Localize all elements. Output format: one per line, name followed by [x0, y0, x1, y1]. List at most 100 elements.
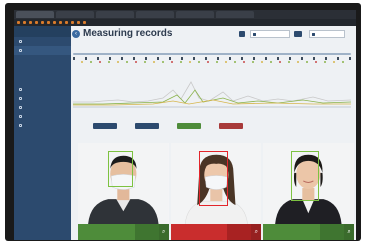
timeline-tick [277, 57, 279, 60]
card-info [263, 224, 321, 240]
timeline-marker [207, 61, 209, 63]
timeline-slider[interactable] [73, 52, 351, 64]
bookmark[interactable] [35, 21, 38, 24]
timeline-marker [252, 61, 254, 63]
timeline-marker [180, 61, 182, 63]
timeline-tick [193, 57, 195, 60]
calendar-icon [253, 32, 256, 36]
browser-tab[interactable] [56, 11, 94, 18]
browser-tab[interactable] [216, 11, 254, 18]
timeline-tick [265, 57, 267, 60]
timeline-marker [243, 61, 245, 63]
timeline-marker [90, 61, 92, 63]
bookmarks-bar [14, 19, 356, 26]
action-button-2[interactable] [135, 123, 159, 129]
timeline-tick [241, 57, 243, 60]
nav-icon [19, 49, 22, 52]
timeline-tick [253, 57, 255, 60]
timeline-marker [153, 61, 155, 63]
sidebar-item[interactable] [14, 85, 71, 94]
nav-icon [19, 115, 22, 118]
search-icon[interactable]: ⌕ [344, 224, 355, 240]
nav-icon [19, 106, 22, 109]
card-footer: ⌕ [263, 224, 355, 240]
bookmark[interactable] [17, 21, 20, 24]
browser-tab[interactable] [96, 11, 134, 18]
timeline-tick [289, 57, 291, 60]
activity-chart [73, 68, 351, 108]
bookmark[interactable] [41, 21, 44, 24]
sidebar-item[interactable] [14, 121, 71, 130]
timeline-marker [108, 61, 110, 63]
bookmark[interactable] [47, 21, 50, 24]
card-footer: ⌕ [170, 224, 262, 240]
timeline-tick [73, 57, 75, 60]
record-card[interactable]: ⌕ [170, 143, 262, 240]
timeline-tick [337, 57, 339, 60]
date-from-field[interactable] [250, 30, 290, 38]
action-button-3[interactable] [177, 123, 201, 129]
timeline-marker [81, 61, 83, 63]
action-button-1[interactable] [93, 123, 117, 129]
bookmark[interactable] [65, 21, 68, 24]
card-temperature [320, 224, 345, 240]
timeline-marker [324, 61, 326, 63]
sidebar-item[interactable] [14, 94, 71, 103]
timeline-marker [126, 61, 128, 63]
app-brand [14, 26, 71, 37]
timeline-tick [157, 57, 159, 60]
bookmark[interactable] [29, 21, 32, 24]
date-to-field[interactable] [309, 30, 345, 38]
timeline-tick [349, 57, 351, 60]
card-footer: ⌕ [78, 224, 169, 240]
main-content: ‹ Measuring records ⌕ ⌕ ⌕ [71, 26, 356, 240]
activity-chart-svg [73, 81, 351, 108]
bookmark[interactable] [23, 21, 26, 24]
timeline-marker [135, 61, 137, 63]
range-button[interactable] [294, 31, 302, 37]
timeline-tick [229, 57, 231, 60]
timeline-tick [301, 57, 303, 60]
bookmark[interactable] [59, 21, 62, 24]
browser-tab-bar [14, 10, 356, 19]
page-title: Measuring records [83, 28, 173, 39]
timeline-tick [97, 57, 99, 60]
screen: ‹ Measuring records ⌕ ⌕ ⌕ [14, 10, 356, 240]
chart-line [73, 89, 351, 105]
record-card[interactable]: ⌕ [263, 143, 355, 240]
search-icon[interactable]: ⌕ [158, 224, 169, 240]
timeline-marker [234, 61, 236, 63]
timeline-tick [313, 57, 315, 60]
bookmark[interactable] [83, 21, 86, 24]
sidebar-item[interactable] [14, 37, 71, 46]
sidebar-item[interactable] [14, 103, 71, 112]
record-card[interactable]: ⌕ [78, 143, 169, 240]
face-detection-box [291, 151, 320, 201]
card-temperature [227, 224, 252, 240]
timeline-tick [85, 57, 87, 60]
nav-icon [19, 88, 22, 91]
timeline-marker [297, 61, 299, 63]
timeline-track[interactable] [73, 53, 351, 55]
face-photo [263, 143, 355, 225]
bookmark[interactable] [71, 21, 74, 24]
search-icon[interactable]: ⌕ [251, 224, 262, 240]
action-buttons [93, 123, 243, 129]
browser-tab[interactable] [16, 11, 54, 18]
browser-tab[interactable] [176, 11, 214, 18]
sidebar-item[interactable] [14, 46, 71, 55]
timeline-marker [162, 61, 164, 63]
bookmark[interactable] [53, 21, 56, 24]
bookmark[interactable] [77, 21, 80, 24]
card-temperature [134, 224, 159, 240]
sidebar-subitem-measuring-records[interactable] [14, 73, 71, 79]
action-button-4[interactable] [219, 123, 243, 129]
face-detection-box [108, 151, 133, 187]
browser-tab[interactable] [136, 11, 174, 18]
timeline-tick [205, 57, 207, 60]
timeline-marker [315, 61, 317, 63]
sidebar-item[interactable] [14, 112, 71, 121]
chevron-left-icon[interactable]: ‹ [72, 30, 80, 38]
filter-icon[interactable] [239, 31, 245, 37]
nav-icon [19, 40, 22, 43]
